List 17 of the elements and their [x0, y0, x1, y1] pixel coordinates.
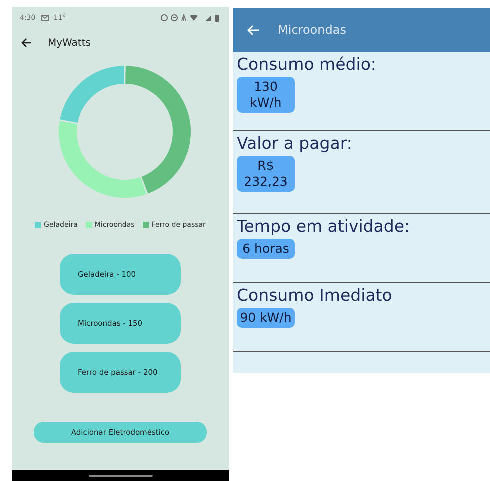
screen-title: Microondas — [278, 23, 346, 37]
value-badge: R$ 232,23 — [237, 156, 295, 192]
value-badge: 6 horas — [237, 239, 295, 259]
field-label: Valor a pagar: — [237, 134, 354, 154]
app-title: MyWatts — [48, 38, 91, 48]
legend-swatch — [35, 222, 42, 228]
field-label: Consumo Imediato — [237, 286, 394, 306]
value-badge: 90 kW/h — [237, 308, 295, 328]
status-icons — [161, 14, 221, 22]
field-label: Tempo em atividade: — [237, 217, 412, 237]
home-handle[interactable] — [88, 474, 152, 476]
back-arrow-icon[interactable] — [21, 38, 32, 48]
field-label: Consumo médio: — [237, 55, 378, 75]
mail-icon — [40, 15, 49, 21]
legend-swatch — [86, 222, 92, 228]
value-badge: 130 kW/h — [237, 77, 295, 113]
legend-swatch — [142, 222, 149, 228]
